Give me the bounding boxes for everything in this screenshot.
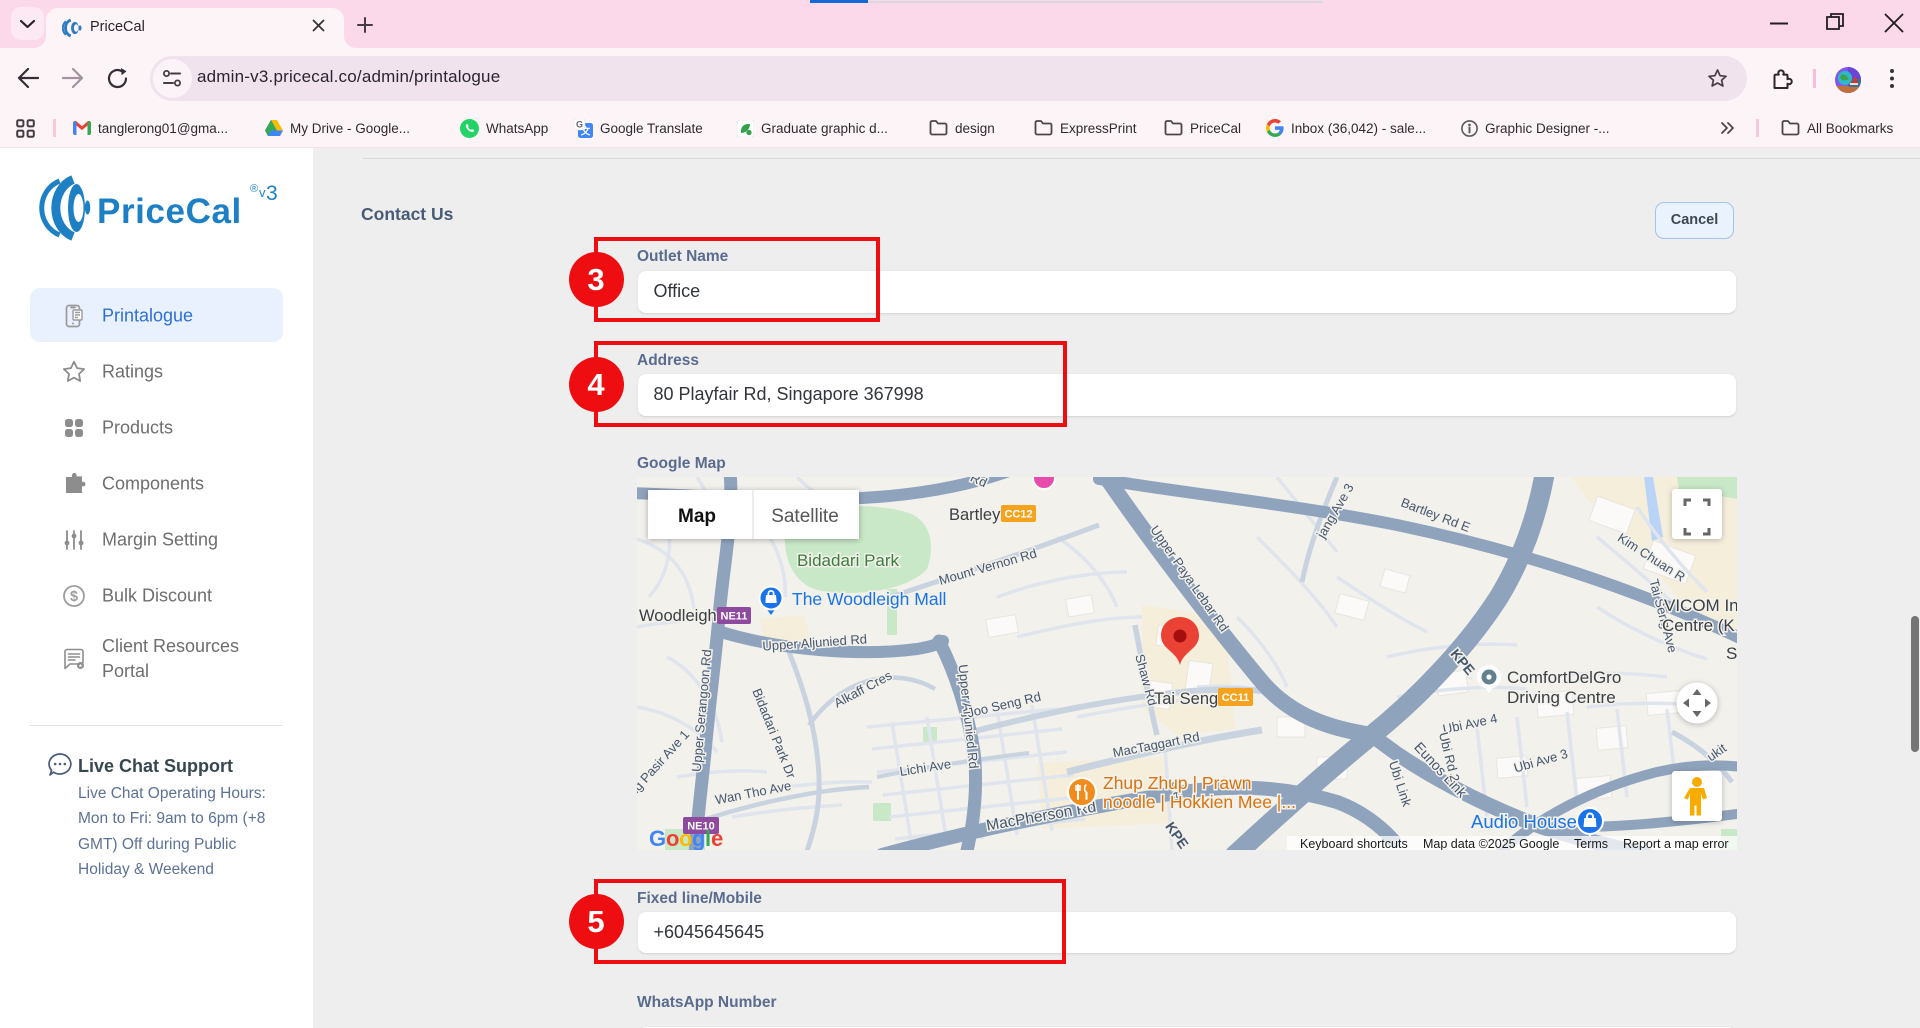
svg-text:Woodleigh: Woodleigh — [639, 607, 717, 625]
svg-text:$: $ — [70, 589, 78, 605]
svg-text:S: S — [1726, 644, 1737, 663]
svg-text:Tai Seng: Tai Seng — [1154, 690, 1218, 708]
svg-text:Zhup Zhup | Prawn: Zhup Zhup | Prawn — [1103, 773, 1252, 793]
svg-text:Centre (K: Centre (K — [1662, 616, 1735, 635]
svg-text:o: o — [666, 826, 679, 851]
svg-text:NE11: NE11 — [720, 610, 747, 622]
svg-text:PriceCal: PriceCal — [97, 192, 242, 231]
svg-text:g: g — [692, 826, 705, 851]
svg-text:v: v — [259, 185, 266, 200]
svg-text:Bartley: Bartley — [949, 506, 1001, 524]
svg-text:e: e — [711, 826, 723, 851]
svg-text:®: ® — [250, 183, 258, 195]
svg-text:Driving Centre: Driving Centre — [1507, 688, 1616, 707]
svg-text:Bidadari Park: Bidadari Park — [796, 551, 899, 570]
svg-text:Map data ©2025 Google: Map data ©2025 Google — [1423, 837, 1559, 851]
svg-text:VICOM In: VICOM In — [1664, 596, 1737, 615]
svg-text:noodle | Hokkien Mee |...: noodle | Hokkien Mee |... — [1103, 792, 1296, 812]
svg-text:o: o — [679, 826, 692, 851]
svg-text:CC12: CC12 — [1004, 508, 1032, 520]
svg-text:G: G — [649, 826, 666, 851]
svg-text:Audio House: Audio House — [1471, 811, 1577, 832]
svg-text:Report a map error: Report a map error — [1623, 837, 1729, 851]
svg-text:Terms: Terms — [1574, 837, 1608, 851]
svg-text:3: 3 — [266, 182, 278, 205]
svg-text:文: 文 — [580, 125, 591, 137]
svg-text:ComfortDelGro: ComfortDelGro — [1507, 668, 1621, 687]
svg-text:Satellite: Satellite — [771, 506, 839, 527]
svg-text:Map: Map — [678, 506, 716, 527]
svg-text:Keyboard shortcuts: Keyboard shortcuts — [1300, 837, 1408, 851]
svg-text:CC11: CC11 — [1221, 692, 1249, 704]
svg-text:The Woodleigh Mall: The Woodleigh Mall — [792, 589, 946, 609]
